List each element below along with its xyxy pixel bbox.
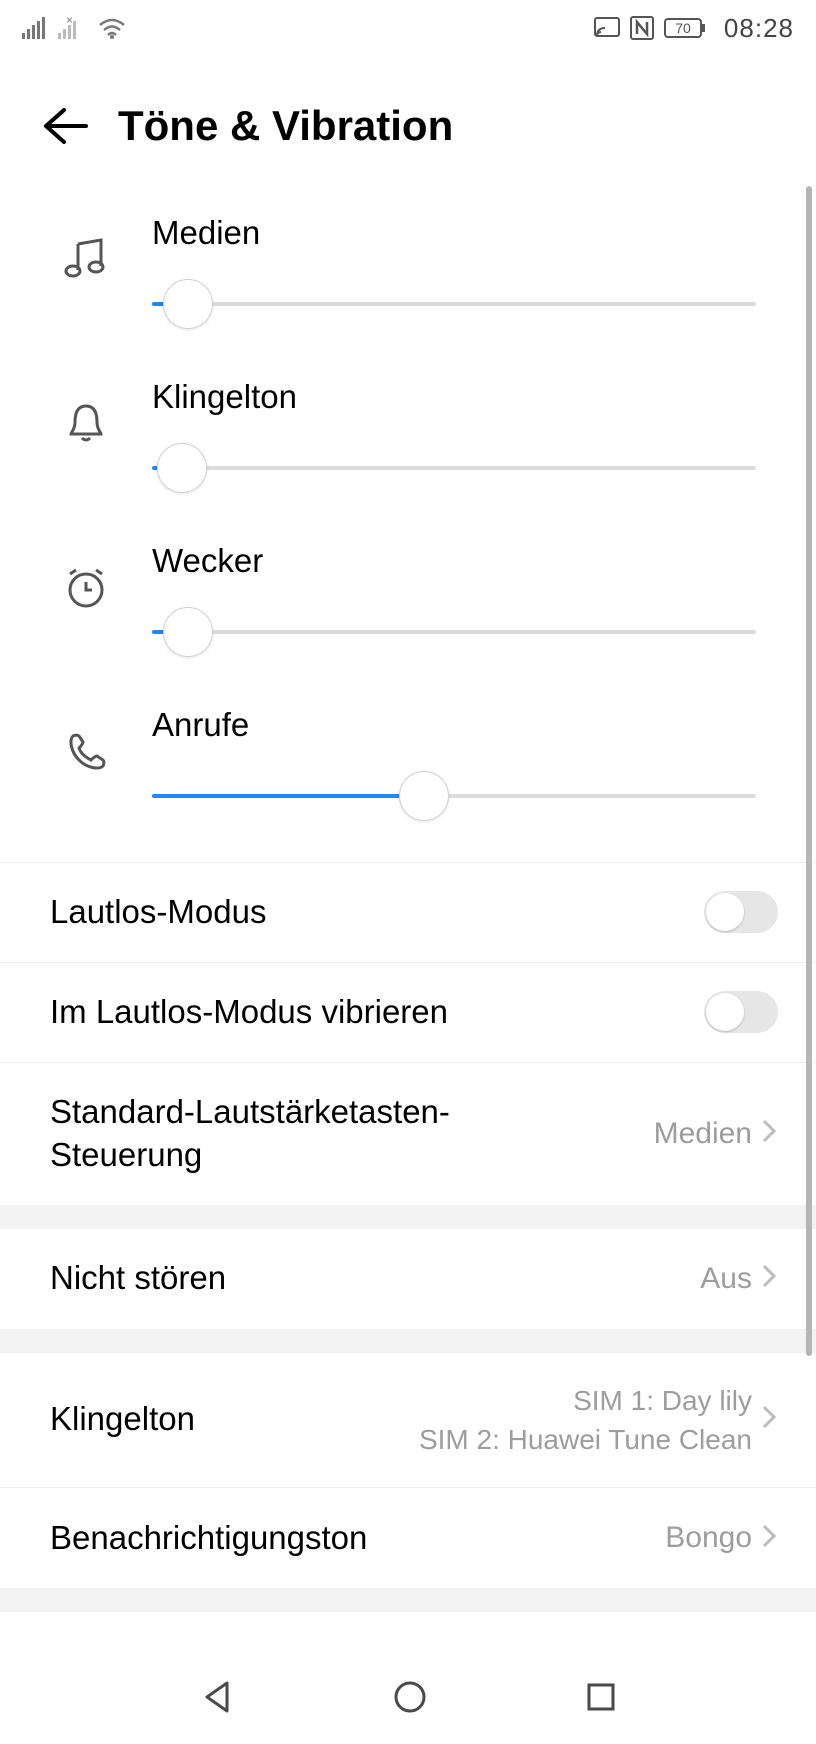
svg-text:70: 70 xyxy=(675,20,691,36)
row-label: Lautlos-Modus xyxy=(50,891,266,934)
bell-icon xyxy=(50,400,122,446)
row-dnd[interactable]: Nicht stören Aus xyxy=(0,1229,816,1329)
svg-text:×: × xyxy=(66,17,73,27)
toggle-vibrate-silent[interactable] xyxy=(704,991,778,1033)
section-gap xyxy=(0,1329,816,1353)
row-silent-mode[interactable]: Lautlos-Modus xyxy=(0,862,816,963)
section-gap xyxy=(0,1588,816,1612)
ringtone-sim2: SIM 2: Huawei Tune Clean xyxy=(419,1420,752,1459)
chevron-right-icon xyxy=(760,1522,778,1555)
clock-text: 08:28 xyxy=(724,13,794,44)
nav-recent-button[interactable] xyxy=(583,1679,619,1720)
battery-icon: 70 xyxy=(664,17,708,39)
row-value: Bongo xyxy=(665,1521,752,1555)
row-vibrate-silent[interactable]: Im Lautlos-Modus vibrieren xyxy=(0,963,816,1063)
nav-back-button[interactable] xyxy=(197,1677,237,1722)
section-gap xyxy=(0,1205,816,1229)
alarm-clock-icon xyxy=(50,564,122,612)
signal-icon xyxy=(22,17,48,39)
music-note-icon xyxy=(50,236,122,282)
volume-label-ringtone: Klingelton xyxy=(152,378,756,416)
row-notification-tone[interactable]: Benachrichtigungston Bongo xyxy=(0,1488,816,1588)
volume-label-call: Anrufe xyxy=(152,706,756,744)
slider-alarm[interactable] xyxy=(152,608,756,656)
row-label: Im Lautlos-Modus vibrieren xyxy=(50,991,448,1034)
row-label: Klingelton xyxy=(50,1398,195,1441)
slider-ringtone[interactable] xyxy=(152,444,756,492)
row-label: Huawei Histen-Soundeffekte xyxy=(50,1651,468,1654)
scrollbar[interactable] xyxy=(806,186,812,1356)
back-button[interactable] xyxy=(34,96,94,156)
volume-row-media: Medien xyxy=(0,196,816,360)
phone-icon xyxy=(50,728,122,774)
status-bar: × 70 08:28 xyxy=(0,0,816,56)
toggle-silent[interactable] xyxy=(704,891,778,933)
slider-media[interactable] xyxy=(152,280,756,328)
chevron-right-icon xyxy=(760,1117,778,1150)
slider-call[interactable] xyxy=(152,772,756,820)
cast-icon xyxy=(594,17,620,39)
row-value: Medien xyxy=(654,1117,752,1151)
volume-label-alarm: Wecker xyxy=(152,542,756,580)
navigation-bar xyxy=(0,1654,816,1744)
chevron-right-icon xyxy=(760,1403,778,1436)
app-header: Töne & Vibration xyxy=(0,56,816,186)
row-label: Standard-Lautstärketasten-Steuerung xyxy=(50,1091,510,1177)
nav-home-button[interactable] xyxy=(390,1677,430,1722)
nfc-icon xyxy=(630,16,654,40)
volume-row-call: Anrufe xyxy=(0,688,816,852)
volume-label-media: Medien xyxy=(152,214,756,252)
row-value: Aus xyxy=(700,1262,752,1296)
row-histen[interactable]: Huawei Histen-Soundeffekte xyxy=(0,1612,816,1654)
ringtone-sim1: SIM 1: Day lily xyxy=(573,1381,752,1420)
row-label: Nicht stören xyxy=(50,1257,226,1300)
signal-2-icon: × xyxy=(58,17,88,39)
content: Medien Klingelton xyxy=(0,186,816,1654)
row-volume-key-control[interactable]: Standard-Lautstärketasten-Steuerung Medi… xyxy=(0,1063,816,1205)
row-label: Benachrichtigungston xyxy=(50,1517,367,1560)
volume-row-alarm: Wecker xyxy=(0,524,816,688)
volume-row-ringtone: Klingelton xyxy=(0,360,816,524)
page-title: Töne & Vibration xyxy=(118,102,453,150)
chevron-right-icon xyxy=(760,1262,778,1295)
wifi-icon xyxy=(98,17,126,39)
row-ringtone[interactable]: Klingelton SIM 1: Day lily SIM 2: Huawei… xyxy=(0,1353,816,1488)
